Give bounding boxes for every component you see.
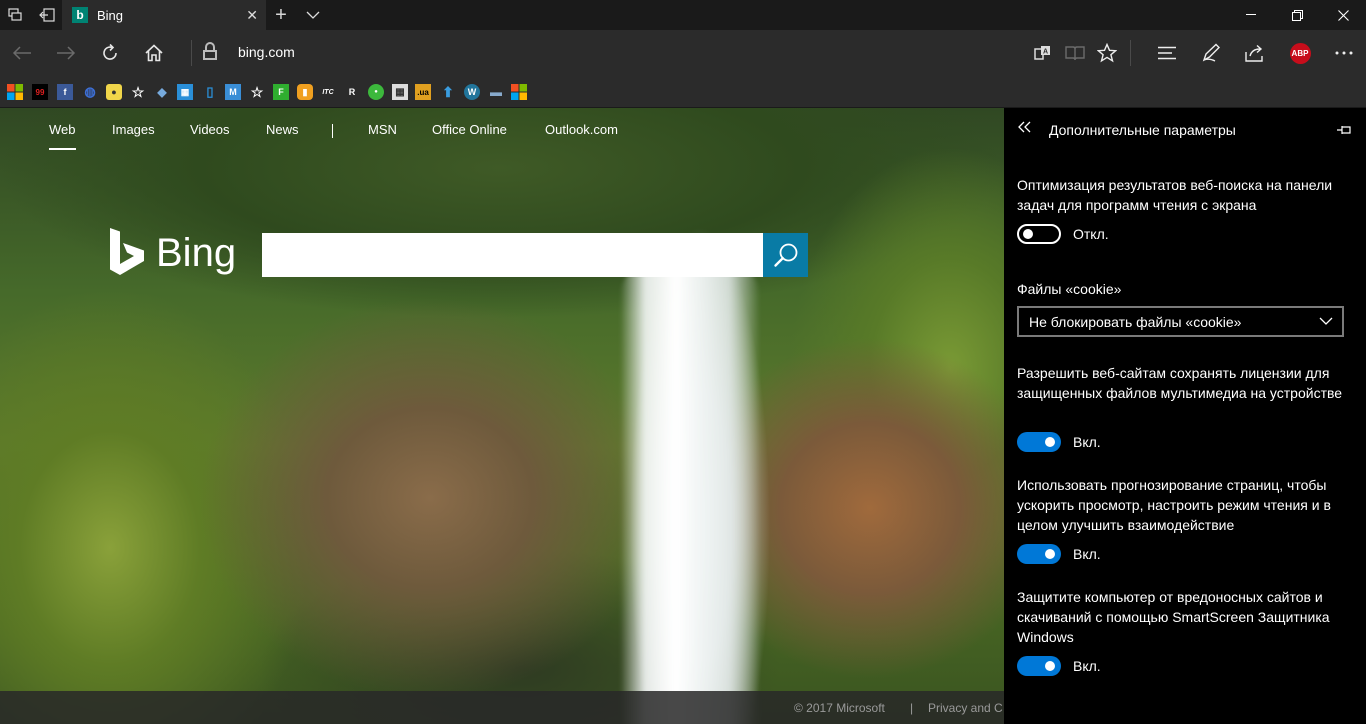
setting-screen-reader-state: Откл. (1073, 226, 1109, 242)
site-green-favicon-icon[interactable]: ● (368, 84, 384, 100)
set-aside-icon[interactable] (32, 0, 62, 30)
setting-smartscreen-label: Защитите компьютер от вредоносных сайтов… (1017, 589, 1330, 645)
bing-favicon-icon: b (72, 7, 88, 23)
search-input[interactable] (262, 233, 763, 277)
setting-media-licenses-label: Разрешить веб-сайтам сохранять лицензии … (1017, 365, 1343, 401)
nav-images[interactable]: Images (112, 122, 155, 137)
chevron-down-icon[interactable] (298, 0, 328, 30)
new-tab-icon[interactable]: + (266, 0, 296, 30)
diamond-favicon-icon[interactable]: ◆ (154, 84, 170, 100)
cookies-label: Файлы «cookie» (1017, 281, 1122, 297)
setting-screen-reader-label: Оптимизация результатов веб-поиска на па… (1017, 177, 1333, 213)
search-button[interactable] (763, 233, 808, 277)
bing-logo[interactable]: Bing (108, 226, 236, 280)
setting-media-licenses-toggle[interactable] (1017, 432, 1061, 452)
footer-copyright: © 2017 Microsoft (794, 701, 885, 715)
tab-title: Bing (97, 7, 124, 23)
facebook-favicon-icon[interactable]: f (57, 84, 73, 100)
bing-footer: © 2017 Microsoft | Privacy and C (0, 691, 1004, 724)
ua-favicon-icon[interactable]: .ua (415, 84, 431, 100)
close-tab-icon[interactable]: ✕ (246, 7, 258, 24)
refresh-icon[interactable] (92, 35, 128, 71)
itc-favicon-icon[interactable]: ITC (320, 84, 336, 100)
site-m-favicon-icon[interactable]: M (225, 84, 241, 100)
more-icon[interactable] (1326, 35, 1362, 71)
close-window-icon[interactable] (1320, 0, 1366, 30)
site-blue-circle-favicon-icon[interactable]: ◍ (82, 84, 98, 100)
site-yellow-favicon-icon[interactable]: ● (106, 84, 122, 100)
forward-arrow-icon[interactable] (48, 35, 84, 71)
wordpress-favicon-icon[interactable]: W (464, 84, 480, 100)
back-chevron-icon[interactable] (1018, 120, 1038, 140)
tab-bing[interactable]: b Bing ✕ (62, 0, 266, 30)
chevron-down-icon (1319, 317, 1333, 325)
site-r-favicon-icon[interactable]: R (344, 84, 360, 100)
star-favicon-icon[interactable]: ☆ (130, 84, 146, 100)
camera-favicon-icon[interactable]: ▬ (488, 84, 504, 100)
microsoft-favicon-icon[interactable] (7, 84, 23, 100)
calendar-favicon-icon[interactable]: ▦ (392, 84, 408, 100)
divider (191, 40, 192, 66)
favorites-bar: 99 f ◍ ● ☆ ◆ ▦ ▯ M ☆ F ▮ ITC R ● ▦ .ua ⬆… (0, 76, 1366, 108)
url-field[interactable]: bing.com (238, 44, 295, 60)
advanced-settings-panel: Дополнительные параметры Оптимизация рез… (1004, 108, 1366, 724)
nav-news[interactable]: News (266, 122, 299, 137)
nav-outlook[interactable]: Outlook.com (545, 122, 618, 137)
tab-preview-icon[interactable] (0, 0, 30, 30)
setting-media-licenses-state: Вкл. (1073, 434, 1101, 450)
setting-smartscreen-toggle[interactable] (1017, 656, 1061, 676)
bing-homepage: Web Images Videos News MSN Office Online… (0, 108, 1004, 724)
cookies-dropdown-value: Не блокировать файлы «cookie» (1029, 313, 1242, 330)
site-orange-favicon-icon[interactable]: ▮ (297, 84, 313, 100)
footer-separator: | (910, 701, 914, 715)
setting-page-prediction-state: Вкл. (1073, 546, 1101, 562)
tab-bar: b Bing ✕ + (0, 0, 1366, 30)
back-arrow-icon[interactable] (4, 35, 40, 71)
minimize-icon[interactable] (1228, 0, 1274, 30)
address-bar: bing.com A ABP (0, 30, 1366, 76)
setting-page-prediction-label: Использовать прогнозирование страниц, чт… (1017, 477, 1331, 533)
setting-screen-reader-toggle[interactable] (1017, 224, 1061, 244)
search-icon (773, 243, 797, 267)
restore-icon[interactable] (1274, 0, 1320, 30)
share-icon[interactable] (1237, 35, 1273, 71)
nav-office-online[interactable]: Office Online (432, 122, 507, 137)
setting-page-prediction-toggle[interactable] (1017, 544, 1061, 564)
reading-view-icon[interactable] (1057, 35, 1093, 71)
home-icon[interactable] (136, 35, 172, 71)
star-favicon-icon[interactable]: ☆ (249, 84, 265, 100)
pin-icon[interactable] (1334, 120, 1354, 140)
site-grid-favicon-icon[interactable]: ▦ (177, 84, 193, 100)
microsoft-favicon-icon[interactable] (511, 84, 527, 100)
background-waterfall (620, 258, 760, 724)
nav-msn[interactable]: MSN (368, 122, 397, 137)
lock-icon[interactable] (203, 42, 217, 60)
bing-logo-icon (110, 228, 144, 275)
star-icon[interactable] (1089, 35, 1125, 71)
outlook-favicon-icon[interactable]: ▯ (202, 84, 218, 100)
svg-text:A: A (1043, 49, 1048, 56)
bing-logo-text: Bing (156, 230, 237, 275)
nav-active-indicator (49, 148, 76, 150)
cookies-dropdown[interactable]: Не блокировать файлы «cookie» (1017, 306, 1344, 337)
extension-icon[interactable]: A (1025, 35, 1061, 71)
nav-web[interactable]: Web (49, 122, 76, 137)
nav-videos[interactable]: Videos (190, 122, 230, 137)
site-99-favicon-icon[interactable]: 99 (32, 84, 48, 100)
hub-icon[interactable] (1149, 35, 1185, 71)
nav-divider (332, 124, 333, 138)
adblock-icon[interactable]: ABP (1282, 35, 1318, 71)
arrow-up-favicon-icon[interactable]: ⬆ (440, 84, 456, 100)
setting-smartscreen-state: Вкл. (1073, 658, 1101, 674)
divider (1130, 40, 1131, 66)
pen-icon[interactable] (1193, 35, 1229, 71)
panel-title: Дополнительные параметры (1049, 122, 1236, 138)
feedly-favicon-icon[interactable]: F (273, 84, 289, 100)
footer-privacy-link[interactable]: Privacy and C (928, 701, 1003, 715)
